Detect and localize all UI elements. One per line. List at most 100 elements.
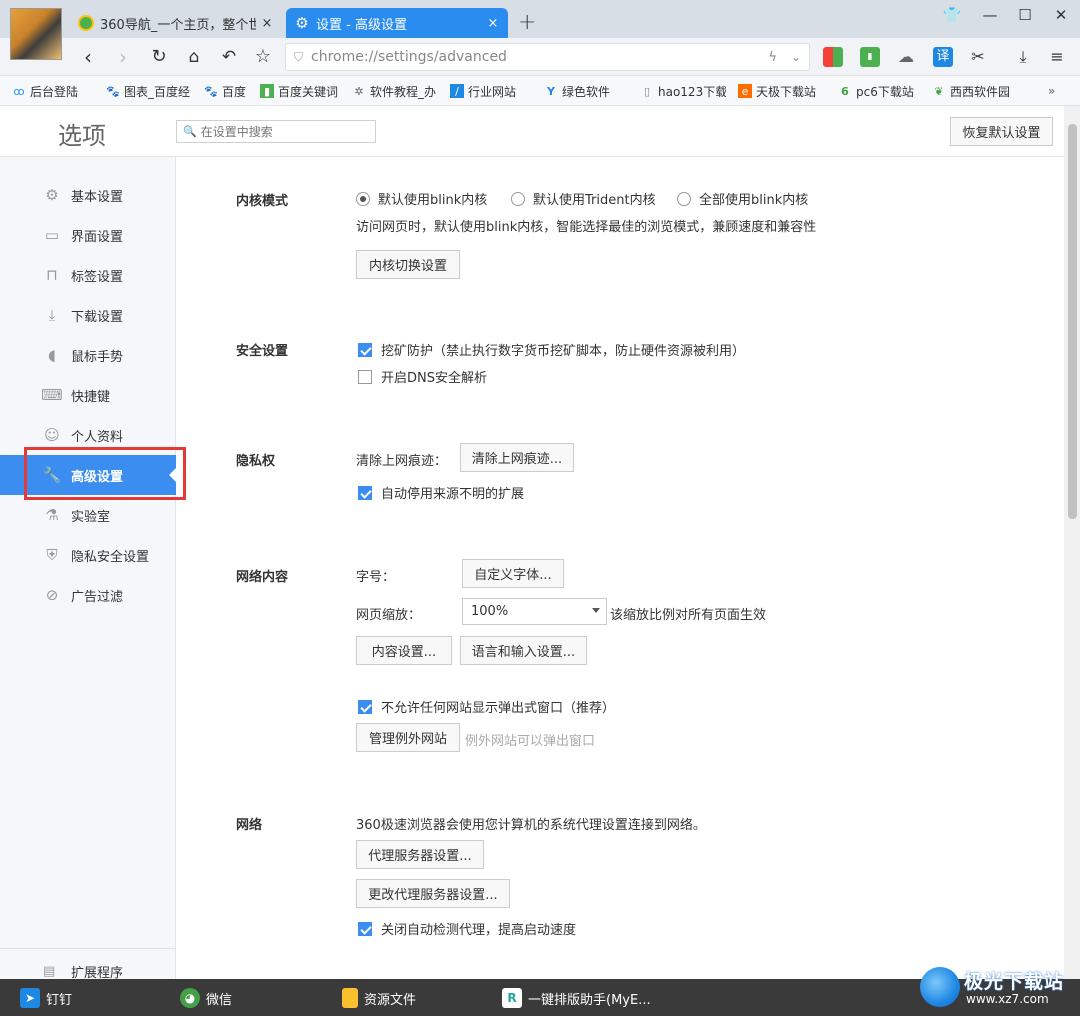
manage-exceptions-button[interactable]: 管理例外网站 [356,723,460,752]
bookmark-item[interactable]: e 天极下载站 [738,82,822,100]
proxy-settings-button[interactable]: 代理服务器设置... [356,840,484,869]
sidebar-item-mouse-gestures[interactable]: ◖ 鼠标手势 [0,335,176,375]
watermark-logo: 极光下载站 www.xz7.com [920,965,1075,1013]
url-text[interactable]: chrome://settings/advanced [311,49,768,65]
scissors-icon[interactable]: ✂ [968,47,988,67]
tab-close-icon[interactable]: × [486,16,500,31]
sidebar-item-lab[interactable]: ⚗ 实验室 [0,495,176,535]
undo-icon[interactable]: ↶ [216,44,242,70]
skin-icon[interactable]: 👕 [940,6,964,24]
bookmarks-more-icon[interactable]: » [1048,84,1055,98]
menu-icon[interactable]: ≡ [1047,47,1067,67]
taskbar-item-folder[interactable]: 资源文件 [342,988,416,1008]
block-icon: ⊘ [45,586,59,604]
bookmark-item[interactable]: ✲ 软件教程_办 [352,82,438,100]
language-settings-button[interactable]: 语言和输入设置... [460,636,587,665]
shield-icon: ⛨ [46,546,58,564]
close-window-icon[interactable]: ✕ [1049,6,1073,24]
shield-icon: ⛉ [294,49,304,64]
taskbar-item-wechat[interactable]: ◕ 微信 [180,988,232,1008]
translate-icon[interactable]: 译 [933,47,953,67]
radio-blink-all[interactable]: 全部使用blink内核 [677,189,808,208]
back-icon[interactable]: ‹ [75,44,101,70]
search-input[interactable] [200,124,371,139]
sidebar-item-privacy-security[interactable]: ⛨ 隐私安全设置 [0,535,176,575]
zoom-label: 网页缩放： [356,608,422,623]
auto-detect-proxy-checkbox[interactable]: 关闭自动检测代理，提高启动速度 [358,919,576,938]
section-title-privacy: 隐私权 [236,454,276,469]
section-title-security: 安全设置 [236,344,289,359]
bookmark-item[interactable]: 6 pc6下载站 [838,82,918,100]
user-avatar[interactable] [10,8,62,60]
chevron-down-icon[interactable]: ⌄ [791,50,801,64]
sidebar-item-tabs[interactable]: ⊓ 标签设置 [0,255,176,295]
minimize-icon[interactable]: — [978,6,1002,24]
checkbox[interactable] [358,343,372,357]
content-settings-button[interactable]: 内容设置... [356,636,452,665]
scrollbar[interactable] [1064,106,1080,979]
radio-trident-default[interactable]: 默认使用Trident内核 [511,189,656,208]
radio-blink-default[interactable]: 默认使用blink内核 [356,189,487,208]
tab-title: 设置 - 高级设置 [316,17,407,33]
extension-icon[interactable]: ▮ [860,47,880,67]
paw-icon: 🐾 [106,84,120,98]
cloud-icon[interactable]: ☁ [896,47,916,67]
checkbox[interactable] [358,700,372,714]
tab-360-navigation[interactable]: 360导航_一个主页，整个世界 × [70,8,282,38]
apps-icon[interactable] [823,47,843,67]
bookmark-item[interactable]: 🐾 图表_百度经 [106,82,192,100]
change-proxy-button[interactable]: 更改代理服务器设置... [356,879,510,908]
kernel-switch-button[interactable]: 内核切换设置 [356,250,460,279]
settings-content: 内核模式 默认使用blink内核 默认使用Trident内核 全部使用blink… [176,157,1064,979]
bookmark-item[interactable]: ꝏ 后台登陆 [12,82,90,100]
sidebar-item-interface[interactable]: ▭ 界面设置 [0,215,176,255]
radio-button[interactable] [356,192,370,206]
address-bar[interactable]: ⛉ chrome://settings/advanced ϟ ⌄ [285,43,810,71]
navigation-bar: ‹ › ↻ ⌂ ↶ ☆ ⛉ chrome://settings/advanced… [0,38,1080,76]
taskbar-item-myeditor[interactable]: R 一键排版助手(MyE... [502,988,651,1008]
checkbox[interactable] [358,486,372,500]
star-icon[interactable]: ☆ [250,44,276,70]
mining-protection-checkbox[interactable]: 挖矿防护（禁止执行数字货币挖矿脚本，防止硬件资源被利用） [358,340,745,359]
maximize-icon[interactable]: ☐ [1013,6,1037,24]
checkbox[interactable] [358,922,372,936]
download-icon: ⤓ [48,306,56,324]
taskbar-item-dingtalk[interactable]: ➤ 钉钉 [20,988,72,1008]
dns-security-checkbox[interactable]: 开启DNS安全解析 [358,367,487,386]
tab-settings[interactable]: ⚙ 设置 - 高级设置 × [286,8,508,38]
auto-disable-extensions-checkbox[interactable]: 自动停用来源不明的扩展 [358,483,524,502]
lightning-icon[interactable]: ϟ [768,50,777,65]
bookmark-item[interactable]: ❦ 西西软件园 [932,82,1016,100]
reload-icon[interactable]: ↻ [146,44,172,70]
tab-icon: ⊓ [46,266,58,284]
new-tab-button[interactable]: + [518,10,536,35]
link-icon: ꝏ [13,84,25,98]
forward-icon[interactable]: › [110,44,136,70]
sidebar-item-shortcuts[interactable]: ⌨ 快捷键 [0,375,176,415]
sidebar-item-ad-filter[interactable]: ⊘ 广告过滤 [0,575,176,615]
home-icon[interactable]: ⌂ [181,44,207,70]
bookmark-item[interactable]: Y 绿色软件 [544,82,624,100]
custom-font-button[interactable]: 自定义字体... [462,559,564,588]
flask-icon: ⚗ [45,506,59,524]
radio-button[interactable] [511,192,525,206]
zoom-select[interactable]: 100% [462,598,607,625]
bookmark-item[interactable]: / 行业网站 [450,82,524,100]
bookmark-item[interactable]: ▯ hao123下载 [640,82,726,100]
leaf-icon: ❦ [934,84,944,98]
reset-defaults-button[interactable]: 恢复默认设置 [950,117,1053,146]
tab-title: 360导航_一个主页，整个世界 [100,17,256,33]
block-popups-checkbox[interactable]: 不允许任何网站显示弹出式窗口（推荐） [358,697,615,716]
sidebar-item-basic[interactable]: ⚙ 基本设置 [0,175,176,215]
app-icon: R [502,988,522,1008]
settings-search[interactable]: 🔍 [176,120,376,143]
bookmark-item[interactable]: 🐾 百度 [204,82,254,100]
checkbox[interactable] [358,370,372,384]
download-icon[interactable]: ⤓ [1013,47,1033,67]
bookmark-item[interactable]: ▮ 百度关键词 [260,82,340,100]
tab-close-icon[interactable]: × [260,16,274,31]
clear-history-button[interactable]: 清除上网痕迹... [460,443,574,472]
scrollbar-thumb[interactable] [1068,124,1077,519]
sidebar-item-download[interactable]: ⤓ 下载设置 [0,295,176,335]
radio-button[interactable] [677,192,691,206]
